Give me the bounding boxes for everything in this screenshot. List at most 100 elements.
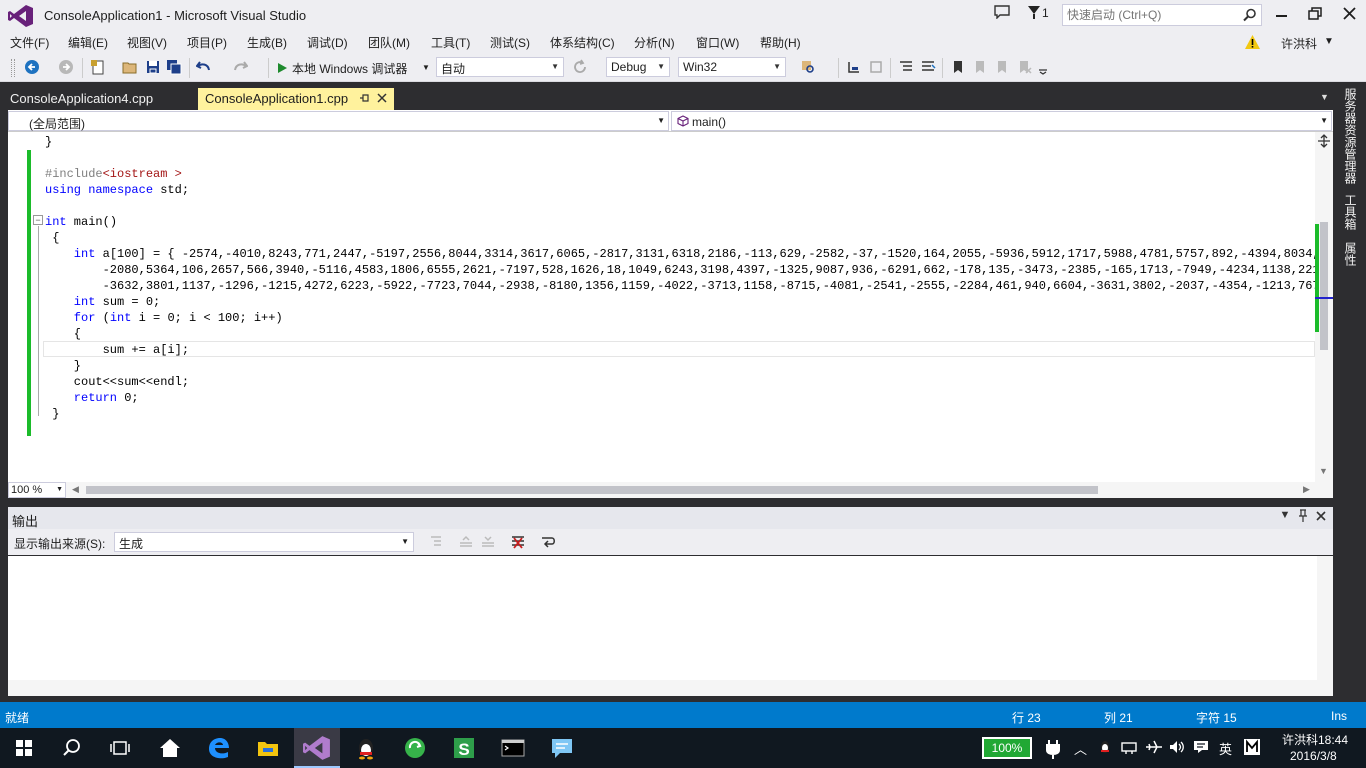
editor-vertical-scrollbar[interactable]: ▼: [1315, 132, 1333, 482]
notification-icon[interactable]: [994, 5, 1010, 19]
toggle-word-wrap-icon[interactable]: [540, 534, 556, 550]
step-into-icon[interactable]: [846, 59, 862, 75]
platform-combo[interactable]: Win32 ▼: [678, 57, 786, 77]
ime-mode-icon[interactable]: [1244, 739, 1260, 755]
output-text-area[interactable]: [8, 556, 1333, 696]
uncomment-lines-icon[interactable]: [920, 59, 936, 75]
forward-navigation-icon[interactable]: [58, 59, 74, 75]
panel-menu-chevron-icon[interactable]: ▼: [1278, 509, 1292, 523]
clear-bookmarks-icon[interactable]: [1016, 59, 1032, 75]
menu-file[interactable]: 文件(F): [10, 34, 49, 51]
scope-combo[interactable]: (全局范围) ▼: [8, 111, 669, 131]
airplane-mode-icon[interactable]: [1145, 739, 1163, 755]
edge-browser-icon[interactable]: [205, 734, 233, 762]
redo-icon[interactable]: [232, 59, 248, 75]
open-file-icon[interactable]: [122, 59, 138, 75]
properties-tab[interactable]: 属性: [1342, 242, 1359, 266]
start-debugger-button[interactable]: 本地 Windows 调试器: [276, 57, 407, 79]
search-icon[interactable]: [1243, 8, 1257, 22]
toolbox-tab[interactable]: 工具箱: [1342, 194, 1359, 230]
file-explorer-icon[interactable]: [254, 734, 282, 762]
green-app-icon[interactable]: [401, 734, 429, 762]
qq-penguin-icon[interactable]: [352, 734, 380, 762]
scroll-left-icon[interactable]: ◀: [72, 484, 79, 495]
chat-app-icon[interactable]: [548, 734, 576, 762]
code-text[interactable]: } #include<iostream > using namespace std…: [45, 134, 1333, 422]
quick-launch-input[interactable]: [1067, 7, 1237, 23]
horizontal-scrollbar-thumb[interactable]: [86, 486, 1098, 494]
close-icon[interactable]: [376, 92, 388, 104]
code-editor[interactable]: − } #include<iostream > using namespace s…: [8, 132, 1333, 482]
home-icon[interactable]: [156, 734, 184, 762]
solution-config-combo[interactable]: 自动 ▼: [436, 57, 564, 77]
quick-launch-box[interactable]: [1062, 4, 1262, 26]
next-bookmark-icon[interactable]: [994, 59, 1010, 75]
tab-overflow-chevron-icon[interactable]: ▼: [1320, 92, 1329, 102]
maximize-icon[interactable]: [1306, 6, 1326, 22]
comment-lines-icon[interactable]: [898, 59, 914, 75]
refresh-icon[interactable]: [572, 59, 588, 75]
task-view-icon[interactable]: [106, 734, 134, 762]
function-combo[interactable]: main() ▼: [671, 111, 1332, 131]
server-explorer-tab[interactable]: 服务器资源管理器: [1342, 88, 1359, 184]
menu-analyze[interactable]: 分析(N): [634, 34, 675, 51]
warning-icon[interactable]: [1245, 35, 1260, 49]
chevron-down-icon[interactable]: ▼: [422, 63, 430, 72]
save-icon[interactable]: [145, 59, 161, 75]
close-icon[interactable]: [1340, 6, 1360, 22]
find-in-files-icon[interactable]: [800, 59, 816, 75]
toolbar-grip[interactable]: [11, 59, 15, 77]
pin-icon[interactable]: [358, 92, 370, 104]
build-config-combo[interactable]: Debug ▼: [606, 57, 670, 77]
previous-message-icon[interactable]: [458, 534, 474, 550]
undo-icon[interactable]: [196, 59, 212, 75]
scrollbar-thumb[interactable]: [1320, 222, 1328, 350]
close-icon[interactable]: [1314, 509, 1328, 523]
tray-expand-icon[interactable]: ︿: [1074, 739, 1087, 758]
split-window-icon[interactable]: [1317, 134, 1331, 148]
minimize-icon[interactable]: [1272, 6, 1292, 22]
output-vertical-scrollbar[interactable]: [1317, 556, 1333, 680]
new-project-icon[interactable]: [90, 59, 106, 75]
qq-tray-icon[interactable]: [1097, 739, 1113, 755]
scroll-down-icon[interactable]: ▼: [1319, 466, 1328, 476]
menu-team[interactable]: 团队(M): [368, 34, 410, 51]
menu-project[interactable]: 项目(P): [187, 34, 227, 51]
menu-architecture[interactable]: 体系结构(C): [550, 34, 615, 51]
menu-help[interactable]: 帮助(H): [760, 34, 801, 51]
menu-window[interactable]: 窗口(W): [696, 34, 739, 51]
tab-consoleapplication4[interactable]: ConsoleApplication4.cpp: [0, 86, 196, 110]
back-navigation-icon[interactable]: [24, 59, 40, 75]
menu-edit[interactable]: 编辑(E): [68, 34, 108, 51]
next-message-icon[interactable]: [480, 534, 496, 550]
menu-tools[interactable]: 工具(T): [431, 34, 470, 51]
clock-date[interactable]: 2016/3/8: [1290, 749, 1337, 763]
menu-view[interactable]: 视图(V): [127, 34, 167, 51]
clear-all-icon[interactable]: [510, 534, 526, 550]
previous-bookmark-icon[interactable]: [972, 59, 988, 75]
output-horizontal-scrollbar[interactable]: [8, 680, 1333, 696]
feedback-flag-icon[interactable]: [1028, 6, 1040, 19]
action-center-icon[interactable]: [1193, 739, 1209, 755]
zoom-level-combo[interactable]: 100 % ▼: [8, 482, 66, 498]
command-prompt-icon[interactable]: [499, 734, 527, 762]
step-over-icon[interactable]: [868, 59, 884, 75]
power-plug-icon[interactable]: [1044, 739, 1062, 759]
menu-debug[interactable]: 调试(D): [307, 34, 348, 51]
find-message-icon[interactable]: [428, 534, 444, 550]
network-tray-icon[interactable]: [1120, 739, 1138, 755]
pin-icon[interactable]: [1296, 509, 1310, 523]
clock-time[interactable]: 许洪科18:44: [1282, 731, 1348, 748]
volume-icon[interactable]: [1168, 739, 1186, 755]
bookmark-icon[interactable]: [950, 59, 966, 75]
spreadsheet-app-icon[interactable]: S: [450, 734, 478, 762]
chevron-down-icon[interactable]: ▼: [1324, 36, 1334, 47]
output-source-combo[interactable]: 生成 ▼: [114, 532, 414, 552]
toolbar-options-icon[interactable]: [1036, 59, 1052, 75]
save-all-icon[interactable]: [166, 59, 182, 75]
scroll-right-icon[interactable]: ▶: [1303, 484, 1310, 495]
menu-build[interactable]: 生成(B): [247, 34, 287, 51]
user-name[interactable]: 许洪科: [1281, 35, 1317, 52]
collapse-outline-icon[interactable]: −: [33, 215, 43, 225]
visual-studio-taskbar-icon[interactable]: [303, 734, 331, 762]
